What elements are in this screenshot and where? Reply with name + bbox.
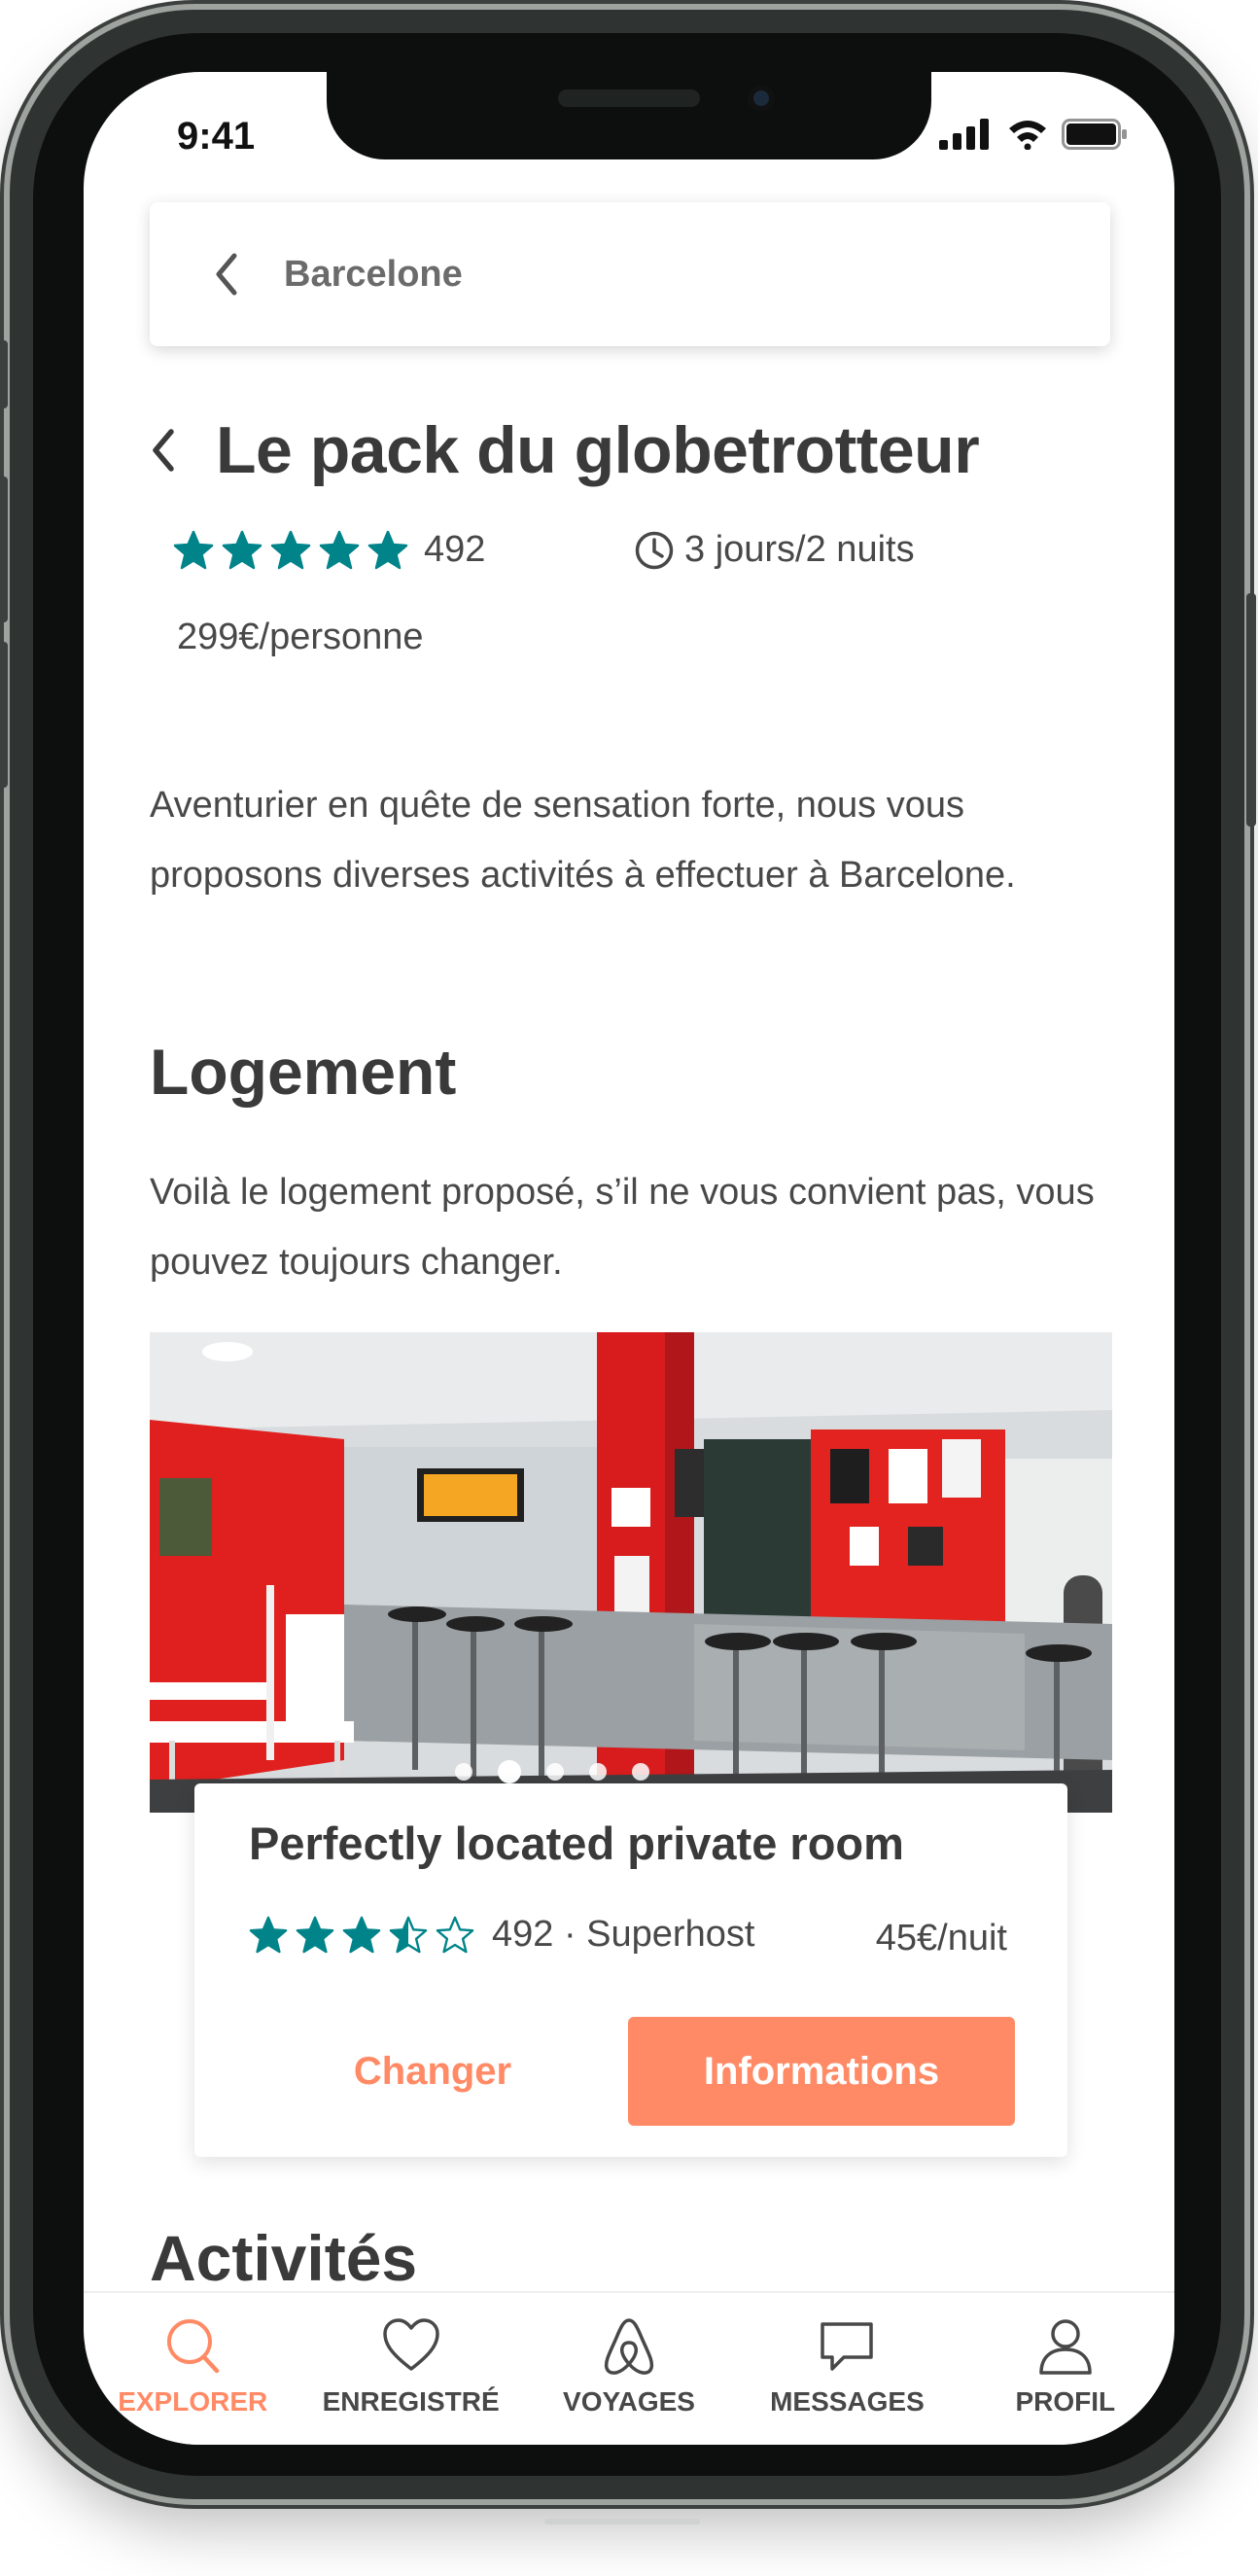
chevron-left-icon[interactable]	[138, 416, 187, 484]
hostel-bar-room-photo	[150, 1332, 1112, 1813]
volume-down-button	[0, 642, 8, 788]
carousel-dot[interactable]	[546, 1763, 564, 1781]
power-button	[1246, 593, 1256, 827]
star-icon	[296, 1916, 334, 1953]
rating-stars	[173, 530, 408, 571]
package-price: 299€/personne	[177, 617, 424, 657]
volume-up-button	[0, 476, 8, 622]
heart-icon	[382, 2318, 439, 2371]
listing-title: Perfectly located private room	[249, 1817, 904, 1869]
rating-stars	[249, 1916, 474, 1955]
tab-label: MESSAGES	[770, 2386, 925, 2417]
tab-label: VOYAGES	[563, 2386, 695, 2417]
tab-label: PROFIL	[1015, 2386, 1116, 2417]
carousel-dot[interactable]	[498, 1760, 521, 1783]
carousel-dots	[455, 1760, 649, 1783]
star-icon	[319, 530, 360, 569]
star-icon	[389, 1916, 428, 1953]
tab-bar: EXPLORER ENREGISTRÉ VOYAGES MESSAGES PRO…	[84, 2291, 1174, 2445]
duration-text: 3 jours/2 nuits	[684, 529, 915, 570]
clock-icon	[635, 531, 674, 569]
user-icon	[1039, 2319, 1092, 2375]
camera	[749, 86, 774, 111]
mute-switch	[0, 340, 8, 408]
home-indicator	[544, 2519, 700, 2524]
listing-photo[interactable]	[150, 1332, 1112, 1813]
tab-voyages[interactable]: VOYAGES	[520, 2293, 738, 2445]
change-button[interactable]: Changer	[292, 2017, 574, 2126]
listing-card[interactable]: Perfectly located private room 492 · Sup…	[194, 1783, 1067, 2157]
logement-description: Voilà le logement proposé, s’il ne vous …	[150, 1172, 1095, 1283]
star-icon	[173, 530, 214, 569]
star-icon	[367, 530, 408, 569]
listing-rating-text: 492 · Superhost	[492, 1914, 755, 1955]
airbnb-logo-icon	[604, 2318, 654, 2375]
listing-rating: 492 · Superhost	[249, 1914, 754, 1956]
app-screen: 9:41 Barcelone Le pack du globetrotteur	[84, 72, 1174, 2445]
wifi-icon	[1009, 121, 1046, 150]
carousel-dot[interactable]	[632, 1763, 649, 1781]
listing-price: 45€/nuit	[875, 1918, 1007, 1958]
message-icon	[821, 2322, 874, 2371]
star-icon	[270, 530, 311, 569]
notch	[327, 72, 931, 159]
tab-profil[interactable]: PROFIL	[957, 2293, 1174, 2445]
tab-label: ENREGISTRÉ	[322, 2386, 500, 2417]
page-title: Le pack du globetrotteur	[216, 413, 980, 487]
star-icon	[342, 1916, 381, 1953]
signal-icon	[939, 119, 989, 150]
information-button[interactable]: Informations	[628, 2017, 1015, 2126]
search-icon	[167, 2319, 220, 2374]
star-icon	[249, 1916, 288, 1953]
carousel-dot[interactable]	[455, 1763, 472, 1781]
speaker	[558, 89, 700, 107]
search-location: Barcelone	[284, 253, 463, 295]
tab-explorer[interactable]: EXPLORER	[84, 2293, 301, 2445]
status-icons	[939, 119, 1128, 150]
package-duration: 3 jours/2 nuits	[634, 529, 915, 571]
section-heading-activites: Activités	[150, 2222, 418, 2294]
star-icon	[436, 1916, 474, 1953]
status-time: 9:41	[177, 115, 256, 158]
chevron-left-icon[interactable]	[196, 245, 255, 303]
tab-label: EXPLORER	[118, 2386, 268, 2417]
tab-enregistre[interactable]: ENREGISTRÉ	[301, 2293, 519, 2445]
section-heading-logement: Logement	[150, 1036, 457, 1108]
search-bar[interactable]: Barcelone	[150, 202, 1110, 346]
title-row: Le pack du globetrotteur	[138, 412, 980, 488]
package-description: Aventurier en quête de sensation forte, …	[150, 785, 1016, 896]
rating-count: 492	[424, 529, 486, 570]
battery-icon	[1062, 119, 1127, 150]
star-icon	[222, 530, 262, 569]
carousel-dot[interactable]	[589, 1763, 607, 1781]
tab-messages[interactable]: MESSAGES	[738, 2293, 956, 2445]
package-rating: 492	[173, 529, 485, 571]
